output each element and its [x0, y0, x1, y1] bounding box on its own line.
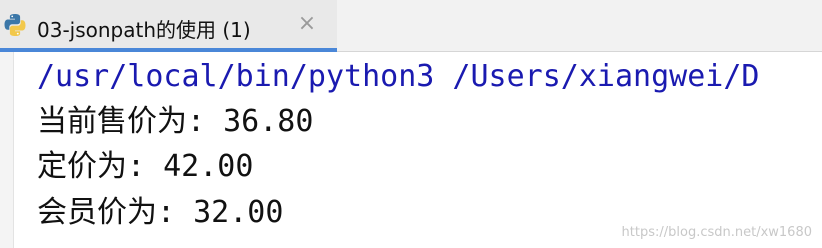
command-line: /usr/local/bin/python3 /Users/xiangwei/D [37, 59, 760, 94]
console-gutter [0, 52, 14, 248]
python-icon [4, 14, 26, 36]
tab-title: 03-jsonpath的使用 (1) [37, 18, 251, 42]
run-tab-bar: 03-jsonpath的使用 (1) × [0, 0, 822, 52]
console-output[interactable]: /usr/local/bin/python3 /Users/xiangwei/D… [14, 52, 822, 248]
close-icon[interactable]: × [296, 13, 318, 35]
watermark: https://blog.csdn.net/xw1680 [621, 225, 812, 240]
output-line-current-price: 当前售价为: 36.80 [37, 104, 314, 139]
output-line-member-price: 会员价为: 32.00 [37, 195, 284, 230]
run-tab[interactable]: 03-jsonpath的使用 (1) × [0, 0, 337, 52]
run-window: 03-jsonpath的使用 (1) × /usr/local/bin/pyth… [0, 0, 822, 248]
output-line-list-price: 定价为: 42.00 [37, 149, 254, 184]
